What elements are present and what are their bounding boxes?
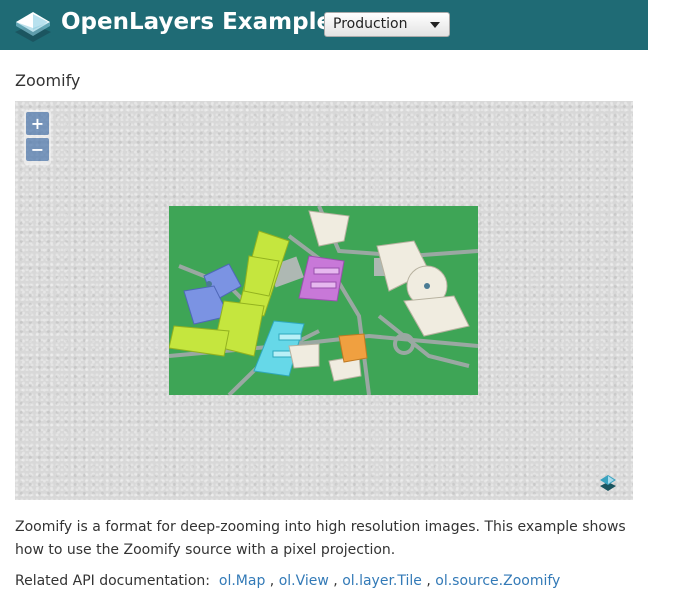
example-description: Zoomify is a format for deep-zooming int… bbox=[15, 519, 626, 558]
api-link-separator: , bbox=[426, 573, 431, 589]
api-link-ol-map[interactable]: ol.Map bbox=[219, 573, 265, 589]
api-link-ol-view[interactable]: ol.View bbox=[279, 573, 329, 589]
version-select[interactable]: Production bbox=[324, 12, 450, 37]
api-link-ol-layer-tile[interactable]: ol.layer.Tile bbox=[342, 573, 422, 589]
openlayers-logo-icon[interactable] bbox=[14, 8, 52, 44]
chevron-down-icon bbox=[430, 22, 440, 28]
header-bar: OpenLayers Examples Production bbox=[0, 0, 648, 50]
zoom-out-button[interactable]: − bbox=[26, 138, 49, 161]
page-title: Zoomify bbox=[15, 71, 81, 90]
brand-title[interactable]: OpenLayers Examples bbox=[61, 9, 346, 35]
zoom-in-button[interactable]: + bbox=[26, 112, 49, 135]
api-link-separator: , bbox=[269, 573, 275, 589]
zoomify-campus-image[interactable] bbox=[169, 206, 478, 395]
map-viewport[interactable]: + − bbox=[15, 101, 633, 500]
zoom-control: + − bbox=[24, 110, 51, 165]
api-link-ol-source-zoomify[interactable]: ol.source.Zoomify bbox=[435, 573, 560, 589]
openlayers-attribution-icon[interactable] bbox=[599, 474, 617, 492]
version-select-value: Production bbox=[333, 16, 408, 32]
api-link-separator: , bbox=[333, 573, 338, 589]
related-api-label: Related API documentation: bbox=[15, 573, 210, 589]
related-api-documentation: Related API documentation: ol.Map , ol.V… bbox=[15, 573, 560, 589]
